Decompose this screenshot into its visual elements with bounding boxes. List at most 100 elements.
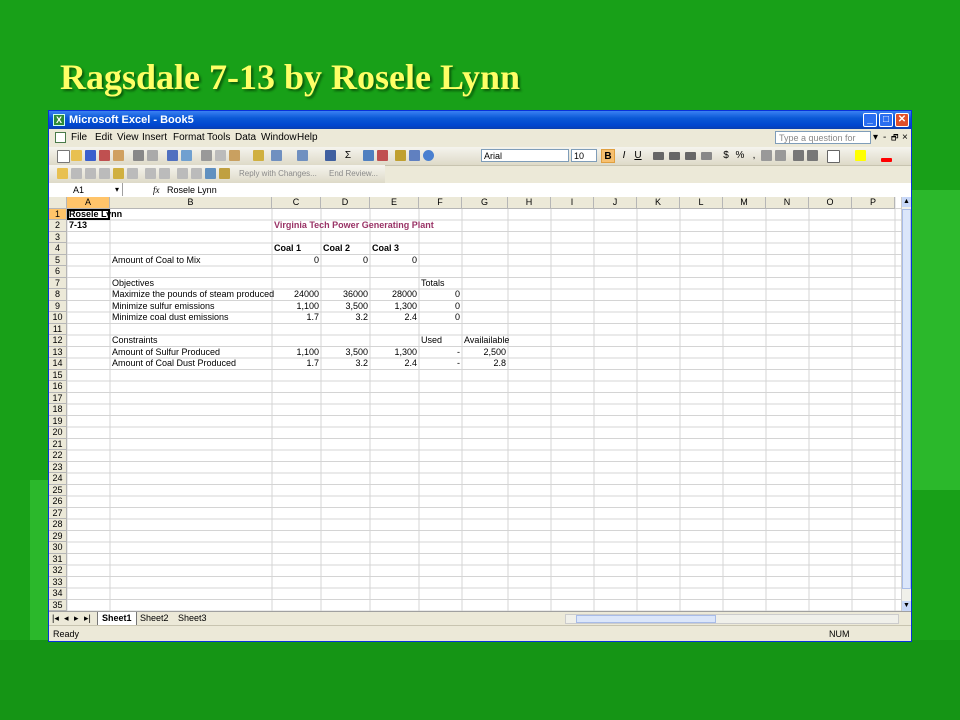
column-header-n[interactable]: N (766, 197, 809, 209)
cell-c5[interactable]: 0 (274, 255, 319, 267)
column-header-c[interactable]: C (272, 197, 321, 209)
row-header-25[interactable]: 25 (49, 484, 67, 496)
row-header-17[interactable]: 17 (49, 392, 67, 404)
decrease-decimal-icon[interactable] (775, 150, 786, 161)
row-header-2[interactable]: 2 (49, 220, 67, 232)
first-sheet-icon[interactable]: |◂ (52, 612, 59, 625)
cell-e14[interactable]: 2.4 (372, 358, 417, 370)
menu-window[interactable]: Window (261, 129, 297, 147)
row-header-28[interactable]: 28 (49, 519, 67, 531)
column-header-o[interactable]: O (809, 197, 852, 209)
column-header-g[interactable]: G (462, 197, 508, 209)
column-header-m[interactable]: M (723, 197, 766, 209)
sheet-tab-2[interactable]: Sheet2 (137, 612, 172, 625)
h-scroll-thumb[interactable] (576, 615, 716, 623)
align-center-icon[interactable] (669, 152, 680, 160)
end-review-button[interactable]: End Review... (329, 167, 378, 181)
review-icon-10[interactable] (191, 168, 202, 179)
row-header-14[interactable]: 14 (49, 358, 67, 370)
font-color-icon[interactable] (881, 158, 892, 162)
research-icon[interactable] (181, 150, 192, 161)
cell-d5[interactable]: 0 (323, 255, 368, 267)
increase-decimal-icon[interactable] (761, 150, 772, 161)
insert-function-icon[interactable]: fx (153, 183, 160, 197)
cell-g13[interactable]: 2,500 (464, 347, 506, 359)
column-header-d[interactable]: D (321, 197, 370, 209)
cell-c13[interactable]: 1,100 (274, 347, 319, 359)
cell-c9[interactable]: 1,100 (274, 301, 319, 313)
print-preview-icon[interactable] (147, 150, 158, 161)
row-header-10[interactable]: 10 (49, 312, 67, 324)
cell-d14[interactable]: 3.2 (323, 358, 368, 370)
row-header-7[interactable]: 7 (49, 277, 67, 289)
row-header-9[interactable]: 9 (49, 300, 67, 312)
menu-tools[interactable]: Tools (207, 129, 230, 147)
next-sheet-icon[interactable]: ▸ (74, 612, 79, 625)
cell-b7[interactable]: Objectives (112, 278, 154, 290)
comma-button[interactable]: , (747, 149, 761, 163)
cell-c8[interactable]: 24000 (274, 289, 319, 301)
cell-b14[interactable]: Amount of Coal Dust Produced (112, 358, 236, 370)
cell-d13[interactable]: 3,500 (323, 347, 368, 359)
doc-close-button[interactable]: × (902, 129, 908, 147)
name-box[interactable]: A1 (49, 183, 123, 196)
review-icon-12[interactable] (219, 168, 230, 179)
cell-f8[interactable]: 0 (421, 289, 460, 301)
spelling-icon[interactable] (167, 150, 178, 161)
row-header-15[interactable]: 15 (49, 369, 67, 381)
menu-data[interactable]: Data (235, 129, 256, 147)
hyperlink-icon[interactable] (325, 150, 336, 161)
row-header-21[interactable]: 21 (49, 438, 67, 450)
merge-center-icon[interactable] (701, 152, 712, 160)
menu-file[interactable]: File (71, 129, 87, 147)
row-header-5[interactable]: 5 (49, 254, 67, 266)
menu-view[interactable]: View (117, 129, 139, 147)
row-header-6[interactable]: 6 (49, 266, 67, 278)
font-name-combo[interactable]: Arial (481, 149, 569, 162)
column-header-a[interactable]: A (67, 197, 110, 209)
review-icon-6[interactable] (127, 168, 138, 179)
column-header-b[interactable]: B (110, 197, 272, 209)
review-icon-3[interactable] (85, 168, 96, 179)
row-header-1[interactable]: 1 (49, 208, 67, 220)
row-header-26[interactable]: 26 (49, 496, 67, 508)
italic-button[interactable]: I (617, 149, 631, 163)
open-icon[interactable] (71, 150, 82, 161)
review-icon-9[interactable] (177, 168, 188, 179)
scroll-down-arrow[interactable]: ▼ (902, 601, 911, 611)
row-header-31[interactable]: 31 (49, 553, 67, 565)
help-icon[interactable] (423, 150, 434, 161)
horizontal-scrollbar[interactable] (565, 614, 899, 624)
menu-edit[interactable]: Edit (95, 129, 112, 147)
format-painter-icon[interactable] (253, 150, 264, 161)
review-icon-4[interactable] (99, 168, 110, 179)
fill-color-icon[interactable] (855, 150, 866, 161)
cell-f14[interactable]: - (421, 358, 460, 370)
cut-icon[interactable] (201, 150, 212, 161)
align-left-icon[interactable] (653, 152, 664, 160)
cell-e8[interactable]: 28000 (372, 289, 417, 301)
row-header-32[interactable]: 32 (49, 565, 67, 577)
cell-d4[interactable]: Coal 2 (323, 243, 350, 255)
sheet-tab-1[interactable]: Sheet1 (97, 612, 137, 626)
save-icon[interactable] (85, 150, 96, 161)
ask-dropdown-icon[interactable]: ▾ (873, 129, 878, 147)
cell-d9[interactable]: 3,500 (323, 301, 368, 313)
column-header-e[interactable]: E (370, 197, 419, 209)
scroll-up-arrow[interactable]: ▲ (902, 197, 911, 207)
column-header-i[interactable]: I (551, 197, 594, 209)
cell-b5[interactable]: Amount of Coal to Mix (112, 255, 201, 267)
column-header-f[interactable]: F (419, 197, 462, 209)
menu-format[interactable]: Format (173, 129, 205, 147)
cell-f10[interactable]: 0 (421, 312, 460, 324)
prev-sheet-icon[interactable]: ◂ (64, 612, 69, 625)
sort-ascending-icon[interactable] (363, 150, 374, 161)
cell-b9[interactable]: Minimize sulfur emissions (112, 301, 215, 313)
vertical-scrollbar[interactable]: ▲ ▼ (901, 197, 911, 611)
cell-b13[interactable]: Amount of Sulfur Produced (112, 347, 220, 359)
row-header-29[interactable]: 29 (49, 530, 67, 542)
paste-icon[interactable] (229, 150, 240, 161)
cell-f7[interactable]: Totals (421, 278, 445, 290)
copy-icon[interactable] (215, 150, 226, 161)
permission-icon[interactable] (99, 150, 110, 161)
